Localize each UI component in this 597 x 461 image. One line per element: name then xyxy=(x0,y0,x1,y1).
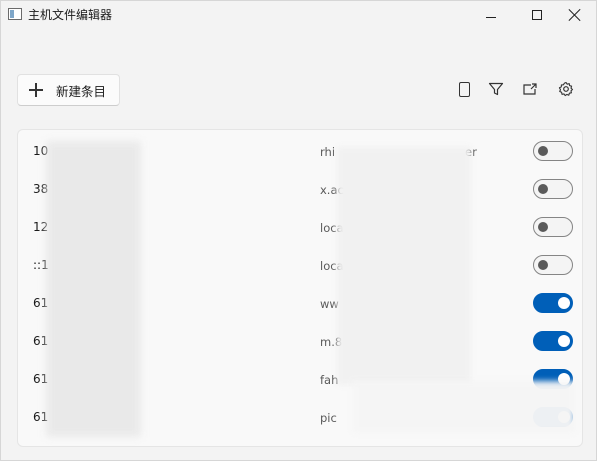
privacy-blur-mask xyxy=(46,141,141,437)
new-entry-button[interactable]: 新建条目 xyxy=(17,74,120,106)
phone-icon[interactable] xyxy=(456,81,472,97)
entry-toggle[interactable] xyxy=(533,217,573,237)
privacy-blur-mask xyxy=(353,381,575,433)
close-icon xyxy=(569,9,581,21)
filter-icon[interactable] xyxy=(488,81,504,97)
minimize-icon xyxy=(486,16,496,18)
privacy-blur-mask xyxy=(337,147,471,385)
close-button[interactable] xyxy=(553,1,596,29)
toggle-knob xyxy=(538,260,548,270)
export-icon[interactable] xyxy=(522,81,538,97)
maximize-icon xyxy=(532,10,542,20)
plus-icon xyxy=(29,83,43,97)
entry-host: fah xyxy=(320,373,339,387)
entry-toggle[interactable] xyxy=(533,179,573,199)
settings-icon[interactable] xyxy=(558,81,574,97)
entry-host: pic xyxy=(320,411,337,425)
toggle-knob xyxy=(538,184,548,194)
title-bar: 主机文件编辑器 xyxy=(1,1,596,29)
app-icon xyxy=(8,8,22,20)
entry-toggle[interactable] xyxy=(533,255,573,275)
minimize-button[interactable] xyxy=(468,1,514,29)
toggle-knob xyxy=(558,335,570,347)
entry-toggle[interactable] xyxy=(533,331,573,351)
app-window: 主机文件编辑器 新建条目 10 rhier 38 x.ac 12 loca xyxy=(0,0,597,461)
new-entry-label: 新建条目 xyxy=(56,83,107,99)
entry-toggle[interactable] xyxy=(533,293,573,313)
toggle-knob xyxy=(538,222,548,232)
toggle-knob xyxy=(538,146,548,156)
entry-host: ww xyxy=(320,297,339,311)
window-title: 主机文件编辑器 xyxy=(28,8,113,22)
toggle-knob xyxy=(558,297,570,309)
entry-toggle[interactable] xyxy=(533,141,573,161)
